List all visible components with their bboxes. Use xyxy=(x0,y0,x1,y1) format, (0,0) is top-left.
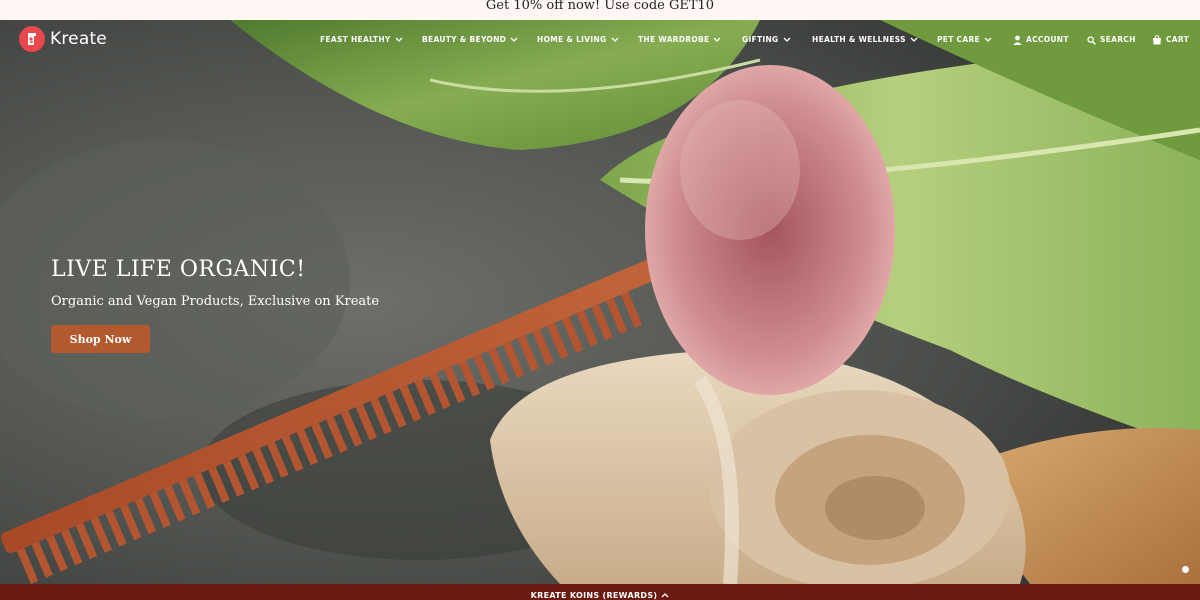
chevron-down-icon xyxy=(395,37,403,43)
hero-subtitle: Organic and Vegan Products, Exclusive on… xyxy=(51,294,380,309)
nav-item-gifting[interactable]: GIFTING xyxy=(742,34,791,46)
nav-item-feast-healthy[interactable]: FEAST HEALTHY xyxy=(320,34,403,46)
nav-item-beauty-beyond[interactable]: BEAUTY & BEYOND xyxy=(422,34,518,46)
nav-item-pet-care[interactable]: PET CARE xyxy=(937,34,992,46)
account-link[interactable]: ACCOUNT xyxy=(1013,34,1069,46)
nav-item-label: FEAST HEALTHY xyxy=(320,35,391,44)
nav-item-the-wardrobe[interactable]: THE WARDROBE xyxy=(638,34,721,46)
nav-item-label: GIFTING xyxy=(742,35,779,44)
announcement-text: Get 10% off now! Use code GET10 xyxy=(485,0,715,13)
site-header: Kreate FEAST HEALTHY BEAUTY & BEYOND HOM… xyxy=(0,20,1200,60)
brand-logo[interactable]: Kreate xyxy=(19,26,107,52)
cart-label: CART xyxy=(1166,35,1190,44)
cart-link[interactable]: CART xyxy=(1152,34,1189,46)
hero-title: LIVE LIFE ORGANIC! xyxy=(51,257,306,282)
nav-item-label: HEALTH & WELLNESS xyxy=(812,35,906,44)
nav-item-home-living[interactable]: HOME & LIVING xyxy=(537,34,619,46)
rewards-label: KREATE KOINS (REWARDS) xyxy=(530,591,658,600)
chevron-down-icon xyxy=(984,37,992,43)
slide-indicator-dot[interactable] xyxy=(1182,566,1189,573)
nav-item-health-wellness[interactable]: HEALTH & WELLNESS xyxy=(812,34,918,46)
nav-item-label: PET CARE xyxy=(937,35,980,44)
search-link[interactable]: SEARCH xyxy=(1087,34,1136,46)
chevron-down-icon xyxy=(510,37,518,43)
chevron-down-icon xyxy=(783,37,791,43)
shop-now-button[interactable]: Shop Now xyxy=(51,325,150,353)
chevron-down-icon xyxy=(910,37,918,43)
nav-item-label: HOME & LIVING xyxy=(537,35,607,44)
nav-item-label: THE WARDROBE xyxy=(638,35,710,44)
search-icon xyxy=(1087,35,1096,45)
account-label: ACCOUNT xyxy=(1026,35,1069,44)
chevron-up-icon xyxy=(661,592,669,600)
brand-name: Kreate xyxy=(50,29,107,49)
search-label: SEARCH xyxy=(1100,35,1136,44)
chevron-down-icon xyxy=(713,37,721,43)
announcement-bar: Get 10% off now! Use code GET10 xyxy=(0,0,1200,20)
logo-badge-icon xyxy=(19,26,45,52)
rewards-bar[interactable]: KREATE KOINS (REWARDS) xyxy=(0,584,1200,600)
nav-item-label: BEAUTY & BEYOND xyxy=(422,35,507,44)
user-icon xyxy=(1013,35,1022,45)
cart-bag-icon xyxy=(1152,35,1162,45)
chevron-down-icon xyxy=(611,37,619,43)
